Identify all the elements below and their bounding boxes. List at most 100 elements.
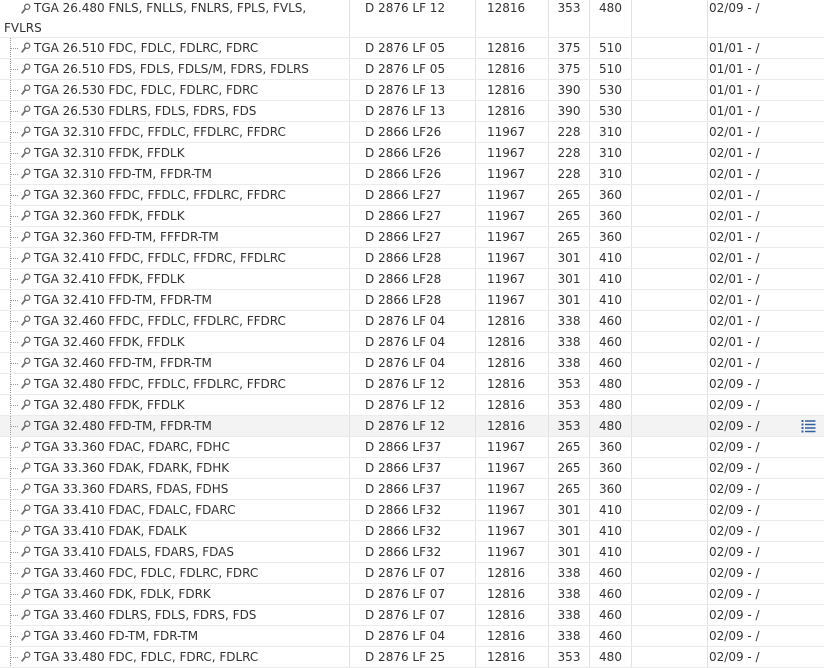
table-row[interactable]: TGA 33.460 FDLRS, FDLS, FDRS, FDS D 2876… <box>0 605 824 626</box>
empty-cell <box>632 0 708 37</box>
magnifier-icon[interactable] <box>21 357 31 369</box>
table-row[interactable]: TGA 32.480 FFDC, FFDLC, FFDLRC, FFDRC D … <box>0 374 824 395</box>
magnifier-icon[interactable] <box>21 378 31 390</box>
model-name: TGA 32.410 FFDK, FFDLK <box>34 272 185 286</box>
power-hp-cell: 460 <box>590 353 632 373</box>
magnifier-icon[interactable] <box>21 231 31 243</box>
table-row[interactable]: TGA 32.460 FFDK, FFDLK D 2876 LF 04 1281… <box>0 332 824 353</box>
table-row[interactable]: TGA 32.360 FFD-TM, FFFDR-TM D 2866 LF27 … <box>0 227 824 248</box>
engine-code-cell: D 2866 LF27 <box>350 185 476 205</box>
magnifier-icon[interactable] <box>21 42 31 54</box>
table-row[interactable]: TGA 32.460 FFD-TM, FFDR-TM D 2876 LF 04 … <box>0 353 824 374</box>
power-hp-cell: 410 <box>590 542 632 562</box>
tree-connector <box>7 101 18 121</box>
table-row[interactable]: TGA 33.460 FD-TM, FDR-TM D 2876 LF 04 12… <box>0 626 824 647</box>
table-row[interactable]: TGA 32.410 FFD-TM, FFDR-TM D 2866 LF28 1… <box>0 290 824 311</box>
magnifier-icon[interactable] <box>21 84 31 96</box>
displacement-cell: 12816 <box>476 353 549 373</box>
tree-connector <box>7 290 18 310</box>
table-row[interactable]: TGA 26.510 FDC, FDLC, FDLRC, FDRC D 2876… <box>0 38 824 59</box>
table-row[interactable]: TGA 32.310 FFD-TM, FFDR-TM D 2866 LF26 1… <box>0 164 824 185</box>
power-hp-cell: 310 <box>590 143 632 163</box>
power-kw-cell: 338 <box>549 584 590 604</box>
table-row[interactable]: TGA 26.530 FDC, FDLC, FDLRC, FDRC D 2876… <box>0 80 824 101</box>
table-row[interactable]: TGA 26.480 FNLS, FNLLS, FNLRS, FPLS, FVL… <box>0 0 824 38</box>
table-row[interactable]: TGA 33.410 FDAC, FDALC, FDARC D 2866 LF3… <box>0 500 824 521</box>
table-row[interactable]: TGA 33.410 FDAK, FDALK D 2866 LF32 11967… <box>0 521 824 542</box>
table-row[interactable]: TGA 33.460 FDC, FDLC, FDLRC, FDRC D 2876… <box>0 563 824 584</box>
magnifier-icon[interactable] <box>21 336 31 348</box>
magnifier-icon[interactable] <box>21 504 31 516</box>
magnifier-icon[interactable] <box>21 420 31 432</box>
production-date-cell: 02/09 - / <box>709 587 760 601</box>
tree-connector <box>7 59 18 79</box>
magnifier-icon[interactable] <box>21 252 31 264</box>
table-row[interactable]: TGA 33.410 FDALS, FDARS, FDAS D 2866 LF3… <box>0 542 824 563</box>
model-cell: TGA 32.310 FFDC, FFDLC, FFDLRC, FFDRC <box>0 122 350 142</box>
magnifier-icon[interactable] <box>21 609 31 621</box>
table-row[interactable]: TGA 33.480 FDC, FDLC, FDRC, FDLRC D 2876… <box>0 647 824 668</box>
magnifier-icon[interactable] <box>21 63 31 75</box>
magnifier-icon[interactable] <box>21 210 31 222</box>
empty-cell <box>632 206 708 226</box>
table-row[interactable]: TGA 32.480 FFDK, FFDLK D 2876 LF 12 1281… <box>0 395 824 416</box>
magnifier-icon[interactable] <box>21 399 31 411</box>
table-row[interactable]: TGA 32.410 FFDC, FFDLC, FFDRC, FFDLRC D … <box>0 248 824 269</box>
magnifier-icon[interactable] <box>21 525 31 537</box>
magnifier-icon[interactable] <box>21 441 31 453</box>
table-row[interactable]: TGA 26.530 FDLRS, FDLS, FDRS, FDS D 2876… <box>0 101 824 122</box>
magnifier-icon[interactable] <box>21 651 31 663</box>
magnifier-icon[interactable] <box>21 147 31 159</box>
engine-code-cell: D 2876 LF 12 <box>350 374 476 394</box>
model-cell: TGA 26.480 FNLS, FNLLS, FNLRS, FPLS, FVL… <box>0 0 350 37</box>
empty-cell <box>632 311 708 331</box>
magnifier-icon[interactable] <box>21 483 31 495</box>
production-date-cell: 02/09 - / <box>709 650 760 664</box>
table-row[interactable]: TGA 33.360 FDAC, FDARC, FDHC D 2866 LF37… <box>0 437 824 458</box>
displacement-cell: 12816 <box>476 80 549 100</box>
table-row[interactable]: TGA 33.360 FDARS, FDAS, FDHS D 2866 LF37… <box>0 479 824 500</box>
magnifier-icon[interactable] <box>21 189 31 201</box>
table-row[interactable]: TGA 32.360 FFDK, FFDLK D 2866 LF27 11967… <box>0 206 824 227</box>
tree-connector <box>7 164 18 184</box>
empty-cell <box>632 80 708 100</box>
model-name: TGA 33.360 FDAK, FDARK, FDHK <box>34 461 230 475</box>
table-row[interactable]: TGA 33.360 FDAK, FDARK, FDHK D 2866 LF37… <box>0 458 824 479</box>
table-row[interactable]: TGA 26.510 FDS, FDLS, FDLS/M, FDRS, FDLR… <box>0 59 824 80</box>
table-row[interactable]: TGA 32.360 FFDC, FFDLC, FFDLRC, FFDRC D … <box>0 185 824 206</box>
tree-connector <box>7 227 18 247</box>
table-row[interactable]: TGA 32.310 FFDK, FFDLK D 2866 LF26 11967… <box>0 143 824 164</box>
table-row[interactable]: TGA 32.460 FFDC, FFDLC, FFDLRC, FFDRC D … <box>0 311 824 332</box>
table-row[interactable]: TGA 33.460 FDK, FDLK, FDRK D 2876 LF 07 … <box>0 584 824 605</box>
empty-cell <box>632 605 708 625</box>
magnifier-icon[interactable] <box>21 567 31 579</box>
engine-code-cell: D 2866 LF32 <box>350 542 476 562</box>
magnifier-icon[interactable] <box>21 294 31 306</box>
table-row[interactable]: TGA 32.410 FFDK, FFDLK D 2866 LF28 11967… <box>0 269 824 290</box>
displacement-cell: 12816 <box>476 416 549 436</box>
magnifier-icon[interactable] <box>21 105 31 117</box>
magnifier-icon[interactable] <box>21 273 31 285</box>
empty-cell <box>632 479 708 499</box>
magnifier-icon[interactable] <box>21 630 31 642</box>
magnifier-icon[interactable] <box>21 588 31 600</box>
production-date-cell: 01/01 - / <box>709 104 760 118</box>
table-row[interactable]: TGA 32.480 FFD-TM, FFDR-TM D 2876 LF 12 … <box>0 416 824 437</box>
magnifier-icon[interactable] <box>21 126 31 138</box>
list-menu-icon[interactable] <box>801 419 816 433</box>
magnifier-icon[interactable] <box>21 546 31 558</box>
magnifier-icon[interactable] <box>21 168 31 180</box>
power-hp-cell: 360 <box>590 458 632 478</box>
engine-code-cell: D 2876 LF 07 <box>350 584 476 604</box>
tree-connector <box>7 416 18 436</box>
power-hp-cell: 460 <box>590 584 632 604</box>
empty-cell <box>632 227 708 247</box>
magnifier-icon[interactable] <box>21 462 31 474</box>
table-row[interactable]: TGA 32.310 FFDC, FFDLC, FFDLRC, FFDRC D … <box>0 122 824 143</box>
tree-connector <box>7 311 18 331</box>
displacement-cell: 11967 <box>476 122 549 142</box>
magnifier-icon[interactable] <box>21 315 31 327</box>
power-kw-cell: 301 <box>549 500 590 520</box>
model-cell: TGA 33.410 FDAC, FDALC, FDARC <box>0 500 350 520</box>
engine-code-cell: D 2866 LF37 <box>350 437 476 457</box>
